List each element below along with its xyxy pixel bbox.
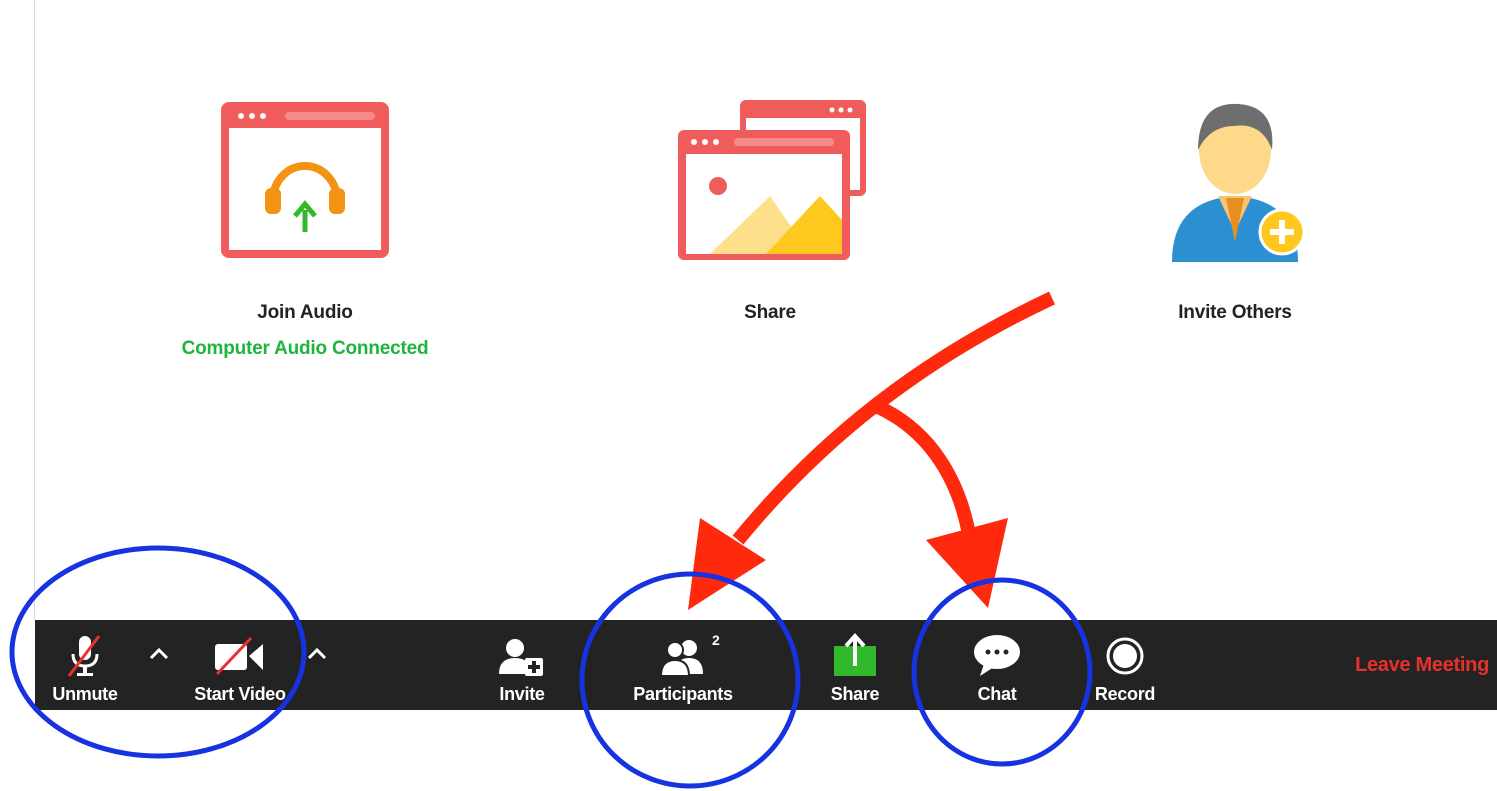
share-upload-icon — [834, 633, 876, 676]
picture-windows-icon — [678, 100, 866, 260]
record-button[interactable]: Record — [1085, 620, 1165, 710]
annotation-arrow-to-chat — [873, 399, 977, 542]
chat-label: Chat — [977, 684, 1017, 704]
person-add-icon — [1172, 103, 1306, 262]
meeting-toolbar: Unmute Start Video Invite 2 Participants… — [35, 620, 1497, 710]
start-video-button[interactable]: Start Video — [180, 620, 300, 710]
participants-label: Participants — [633, 684, 733, 704]
annotation-arrow-to-participants — [732, 291, 1055, 545]
person-plus-icon — [499, 639, 543, 676]
invite-button[interactable]: Invite — [482, 620, 562, 710]
headphones-window-icon — [221, 102, 389, 258]
record-circle-icon — [1106, 637, 1144, 675]
join-audio-label: Join Audio — [257, 302, 353, 323]
record-label: Record — [1094, 684, 1156, 704]
unmute-label: Unmute — [52, 684, 118, 704]
participants-count-badge: 2 — [712, 632, 720, 648]
people-icon — [661, 640, 703, 677]
video-off-icon — [215, 636, 263, 676]
video-options-chevron-up-icon[interactable] — [307, 646, 327, 660]
annotation-arrowhead-participants — [688, 518, 766, 610]
share-label: Share — [744, 302, 796, 323]
audio-status-text: Computer Audio Connected — [181, 338, 429, 359]
invite-others-label: Invite Others — [1178, 302, 1292, 323]
audio-options-chevron-up-icon[interactable] — [149, 646, 169, 660]
share-screen-button[interactable]: Share — [815, 620, 895, 710]
muted-microphone-icon — [67, 635, 101, 677]
share-screen-label: Share — [830, 684, 880, 704]
start-video-label: Start Video — [194, 684, 286, 704]
share-option[interactable]: Share — [660, 100, 880, 324]
unmute-button[interactable]: Unmute — [45, 620, 125, 710]
invite-label: Invite — [499, 684, 545, 704]
join-audio-option[interactable]: Join Audio Computer Audio Connected — [160, 100, 450, 360]
leave-meeting-button[interactable]: Leave Meeting — [1355, 654, 1489, 677]
chat-button[interactable]: Chat — [957, 620, 1037, 710]
annotation-arrowhead-chat — [926, 518, 1008, 608]
content-border — [34, 0, 35, 620]
invite-others-option[interactable]: Invite Others — [1130, 92, 1340, 324]
participants-button[interactable]: 2 Participants — [623, 620, 743, 710]
chat-bubble-icon — [974, 635, 1020, 676]
